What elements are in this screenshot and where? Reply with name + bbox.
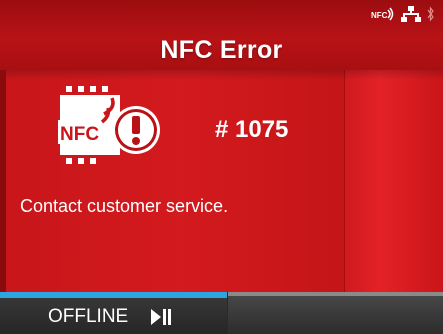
page-title: NFC Error — [160, 36, 283, 64]
empty-softkey[interactable] — [228, 292, 443, 334]
network-icon — [401, 6, 421, 27]
nfc-status-icon: NFC — [371, 7, 395, 26]
active-tab-indicator — [0, 292, 227, 298]
offline-status-label: OFFLINE — [48, 306, 129, 327]
title-bar: NFC NFC Error — [0, 0, 443, 70]
panel-shade — [6, 70, 443, 80]
error-code: # 1075 — [215, 116, 289, 143]
play-pause-icon — [151, 308, 171, 326]
bluetooth-icon — [427, 6, 435, 27]
svg-text:NFC: NFC — [60, 124, 99, 145]
svg-text:NFC: NFC — [371, 11, 388, 20]
nfc-error-icon: NFC — [58, 86, 168, 166]
status-icons: NFC — [371, 6, 435, 27]
error-message: Contact customer service. — [20, 196, 229, 216]
error-panel-side — [344, 70, 443, 292]
printer-lcd-screen: NFC NFC Error NFC # 1075 Contact custome… — [0, 0, 443, 334]
softkey-divider — [228, 292, 443, 296]
